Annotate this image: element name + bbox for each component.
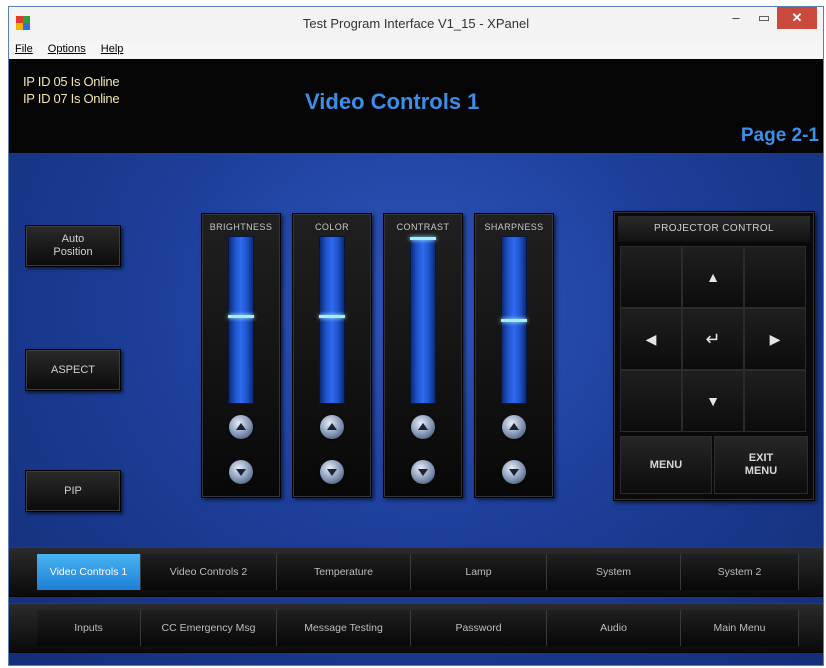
tab-message-testing[interactable]: Message Testing xyxy=(277,610,411,646)
slider-thumb[interactable] xyxy=(410,237,436,240)
projector-up-button[interactable]: ▲ xyxy=(682,246,744,308)
window-title: Test Program Interface V1_15 - XPanel xyxy=(302,16,530,31)
color-slider[interactable] xyxy=(319,236,345,404)
status-panel: IP ID 05 Is Online IP ID 07 Is Online xyxy=(23,73,120,107)
tab-bar-secondary: Inputs CC Emergency Msg Message Testing … xyxy=(9,603,823,653)
projector-enter-button[interactable]: ↵ xyxy=(682,308,744,370)
tab-system[interactable]: System xyxy=(547,554,681,590)
color-slider-panel: COLOR xyxy=(292,213,372,498)
slider-label: SHARPNESS xyxy=(484,222,544,232)
tab-inputs[interactable]: Inputs xyxy=(37,610,141,646)
slider-thumb[interactable] xyxy=(319,315,345,318)
tab-system-2[interactable]: System 2 xyxy=(681,554,799,590)
brightness-down-button[interactable] xyxy=(229,460,253,484)
tab-cc-emergency-msg[interactable]: CC Emergency Msg xyxy=(141,610,277,646)
arrow-down-icon xyxy=(327,469,337,476)
control-area: Auto Position ASPECT PIP BRIGHTNESS COLO… xyxy=(9,153,823,665)
projector-right-button[interactable]: ▶ xyxy=(744,308,806,370)
projector-blank-cell xyxy=(744,370,806,432)
contrast-slider-panel: CONTRAST xyxy=(383,213,463,498)
slider-label: CONTRAST xyxy=(396,222,450,232)
title-bar: Test Program Interface V1_15 - XPanel – … xyxy=(9,7,823,42)
arrow-up-icon xyxy=(327,423,337,430)
arrow-up-icon: ▲ xyxy=(706,269,720,285)
slider-label: BRIGHTNESS xyxy=(209,222,273,232)
projector-control-panel: PROJECTOR CONTROL ▲ ◀ ↵ ▶ ▼ MENU EXIT ME… xyxy=(613,211,815,501)
maximize-button[interactable]: ▭ xyxy=(751,7,777,29)
arrow-up-icon xyxy=(509,423,519,430)
enter-icon: ↵ xyxy=(705,328,721,349)
sharpness-slider-panel: SHARPNESS xyxy=(474,213,554,498)
arrow-down-icon xyxy=(509,469,519,476)
projector-blank-cell xyxy=(744,246,806,308)
projector-left-button[interactable]: ◀ xyxy=(620,308,682,370)
tab-temperature[interactable]: Temperature xyxy=(277,554,411,590)
app-window: Test Program Interface V1_15 - XPanel – … xyxy=(8,6,824,666)
tab-bar-primary: Video Controls 1 Video Controls 2 Temper… xyxy=(9,547,823,597)
arrow-down-icon: ▼ xyxy=(706,393,720,409)
sharpness-up-button[interactable] xyxy=(502,415,526,439)
tab-audio[interactable]: Audio xyxy=(547,610,681,646)
slider-thumb[interactable] xyxy=(228,315,254,318)
brightness-up-button[interactable] xyxy=(229,415,253,439)
tab-lamp[interactable]: Lamp xyxy=(411,554,547,590)
arrow-up-icon xyxy=(418,423,428,430)
page-number: Page 2-1 xyxy=(740,125,819,146)
brightness-slider-panel: BRIGHTNESS xyxy=(201,213,281,498)
close-button[interactable]: ✕ xyxy=(777,7,817,29)
status-line: IP ID 05 Is Online xyxy=(23,74,120,89)
tab-video-controls-1[interactable]: Video Controls 1 xyxy=(37,554,141,590)
slider-thumb[interactable] xyxy=(501,319,527,322)
auto-position-button[interactable]: Auto Position xyxy=(25,225,121,267)
arrow-down-icon xyxy=(236,469,246,476)
projector-down-button[interactable]: ▼ xyxy=(682,370,744,432)
minimize-button[interactable]: – xyxy=(721,7,751,29)
projector-blank-cell xyxy=(620,370,682,432)
contrast-slider[interactable] xyxy=(410,236,436,404)
menu-file[interactable]: File xyxy=(9,41,39,55)
pip-button[interactable]: PIP xyxy=(25,470,121,512)
brightness-slider[interactable] xyxy=(228,236,254,404)
menu-bar: File Options Help xyxy=(9,41,823,59)
color-up-button[interactable] xyxy=(320,415,344,439)
exit-menu-button[interactable]: EXIT MENU xyxy=(714,436,808,494)
projector-blank-cell xyxy=(620,246,682,308)
menu-help[interactable]: Help xyxy=(95,41,130,55)
slider-label: COLOR xyxy=(314,222,349,232)
aspect-button[interactable]: ASPECT xyxy=(25,349,121,391)
arrow-down-icon xyxy=(418,469,428,476)
projector-control-title: PROJECTOR CONTROL xyxy=(618,216,810,242)
contrast-up-button[interactable] xyxy=(411,415,435,439)
status-line: IP ID 07 Is Online xyxy=(23,91,120,106)
sharpness-down-button[interactable] xyxy=(502,460,526,484)
page-header: IP ID 05 Is Online IP ID 07 Is Online Vi… xyxy=(9,59,823,153)
arrow-up-icon xyxy=(236,423,246,430)
page-title: Video Controls 1 xyxy=(305,89,480,114)
arrow-left-icon: ◀ xyxy=(645,330,657,347)
menu-options[interactable]: Options xyxy=(42,41,92,55)
contrast-down-button[interactable] xyxy=(411,460,435,484)
color-down-button[interactable] xyxy=(320,460,344,484)
tab-video-controls-2[interactable]: Video Controls 2 xyxy=(141,554,277,590)
tab-password[interactable]: Password xyxy=(411,610,547,646)
tab-main-menu[interactable]: Main Menu xyxy=(681,610,799,646)
menu-button[interactable]: MENU xyxy=(620,436,712,494)
arrow-right-icon: ▶ xyxy=(769,330,781,347)
sharpness-slider[interactable] xyxy=(501,236,527,404)
